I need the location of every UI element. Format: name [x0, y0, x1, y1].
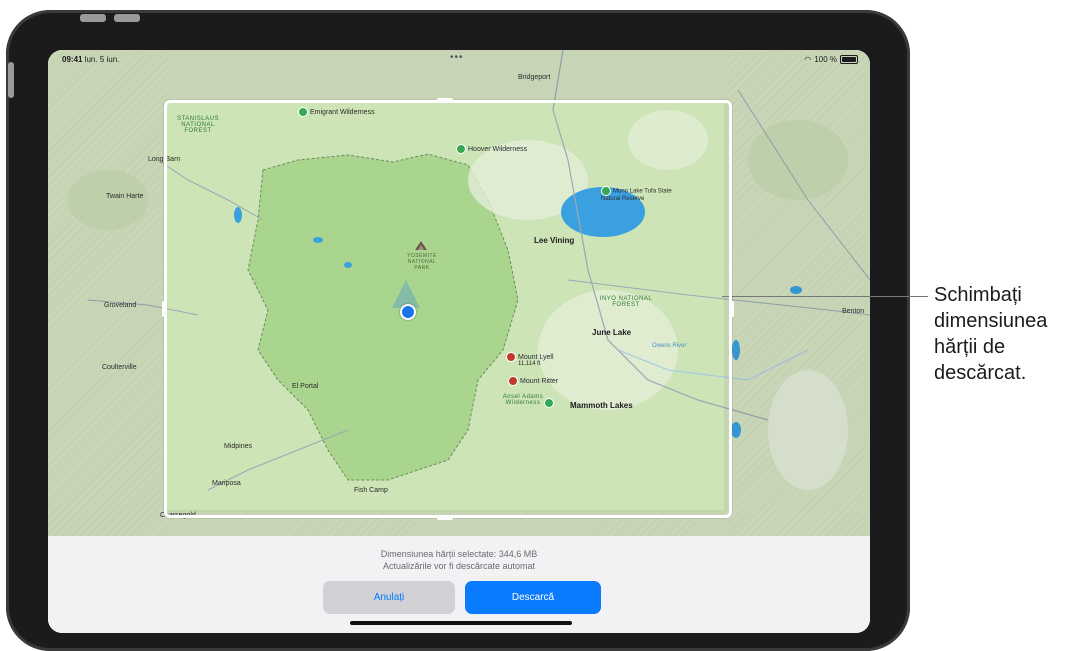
- town-coulterville[interactable]: Coulterville: [102, 364, 137, 371]
- cancel-button[interactable]: Anulați: [323, 581, 455, 614]
- status-bar: 09:41 lun. 5 iun. ••• ◠ 100 %: [48, 50, 870, 68]
- town-groveland[interactable]: Groveland: [104, 302, 136, 309]
- resize-handle-top-right[interactable]: [715, 100, 732, 117]
- download-area-frame[interactable]: [162, 98, 734, 520]
- map-size-text: Dimensiunea hărții selectate: 344,6 MB: [380, 549, 538, 559]
- top-button: [80, 14, 106, 22]
- place-label: Bridgeport: [518, 74, 551, 81]
- resize-handle-bottom[interactable]: [437, 515, 453, 520]
- home-indicator[interactable]: [350, 621, 572, 625]
- user-location-dot: [400, 304, 416, 320]
- resize-handle-left[interactable]: [162, 301, 167, 317]
- town-twain-harte[interactable]: Twain Harte: [106, 193, 143, 200]
- callout-line: [722, 296, 928, 297]
- multitask-dots[interactable]: •••: [450, 52, 464, 63]
- wifi-icon: ◠: [804, 55, 812, 64]
- callout-text: Schimbați dimensiunea hărții de descărca…: [934, 284, 1048, 384]
- battery-percent: 100 %: [814, 55, 837, 64]
- top-button: [114, 14, 140, 22]
- screen: 09:41 lun. 5 iun. ••• ◠ 100 % Bridgeport…: [48, 50, 870, 633]
- status-right: ◠ 100 %: [804, 55, 858, 64]
- volume-button: [8, 62, 14, 98]
- download-button[interactable]: Descarcă: [465, 581, 601, 614]
- town-benton[interactable]: Benton: [842, 308, 864, 315]
- status-time: 09:41 lun. 5 iun.: [62, 55, 120, 64]
- resize-handle-right[interactable]: [729, 301, 734, 317]
- resize-handle-bottom-right[interactable]: [715, 501, 732, 518]
- auto-update-text: Actualizările vor fi descărcate automat: [382, 561, 536, 571]
- download-panel: Dimensiunea hărții selectate: 344,6 MB A…: [48, 536, 870, 633]
- resize-handle-bottom-left[interactable]: [164, 501, 181, 518]
- resize-handle-top-left[interactable]: [164, 100, 181, 117]
- resize-handle-top[interactable]: [437, 98, 453, 103]
- battery-icon: [840, 55, 858, 64]
- ipad-frame: 09:41 lun. 5 iun. ••• ◠ 100 % Bridgeport…: [6, 10, 910, 651]
